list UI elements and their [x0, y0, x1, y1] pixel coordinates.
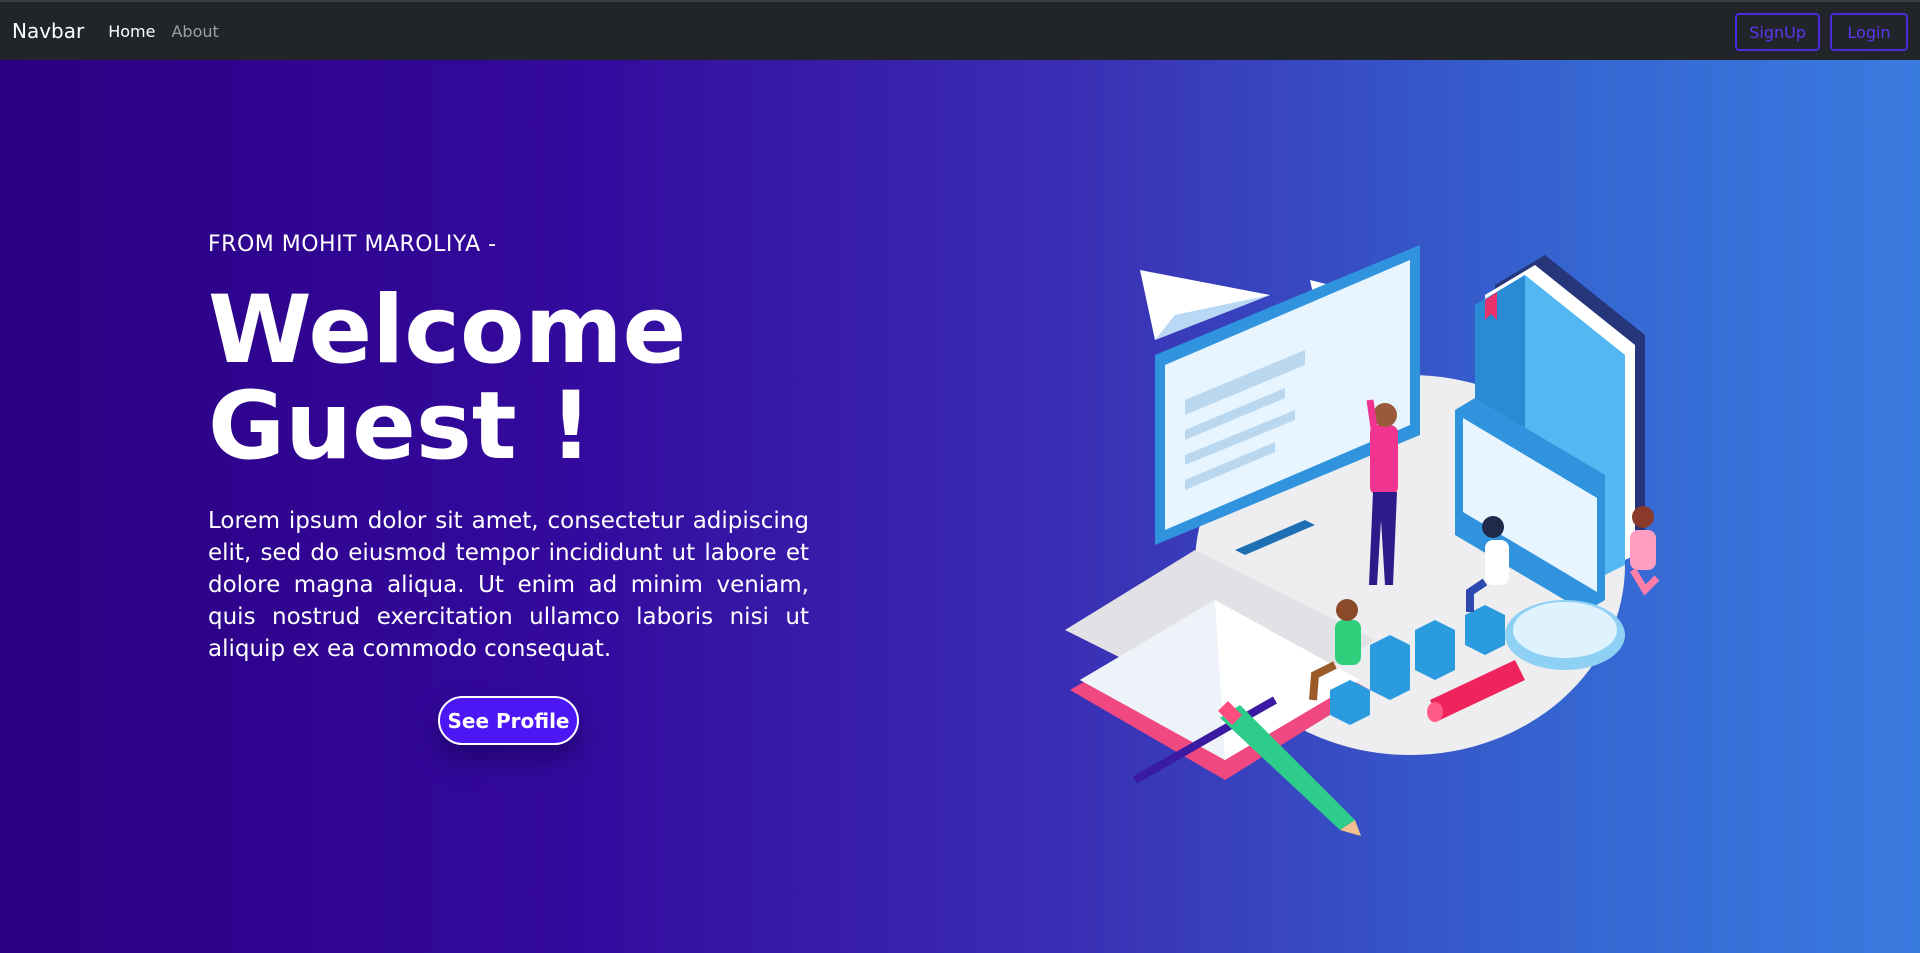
- person-reading-icon: [1629, 506, 1660, 596]
- magnifier-icon: [1505, 600, 1625, 670]
- hero-title-line2: Guest !: [208, 372, 593, 481]
- navbar-brand[interactable]: Navbar: [12, 19, 84, 43]
- navbar: Navbar Home About SignUp Login: [0, 2, 1920, 60]
- signup-button[interactable]: SignUp: [1735, 13, 1820, 51]
- see-profile-button[interactable]: See Profile: [438, 696, 579, 745]
- nav-link-home[interactable]: Home: [108, 22, 155, 41]
- nav-link-about[interactable]: About: [171, 22, 218, 41]
- hero-eyebrow: FROM MOHIT MAROLIYA -: [208, 232, 497, 257]
- hero-title-line1: Welcome: [208, 276, 687, 385]
- hero-title: Welcome Guest !: [208, 283, 809, 475]
- navbar-actions: SignUp Login: [1735, 13, 1908, 51]
- isometric-learning-illustration-icon: [1065, 245, 1660, 836]
- login-button[interactable]: Login: [1830, 13, 1908, 51]
- hero-section: FROM MOHIT MAROLIYA - Welcome Guest ! Lo…: [0, 60, 1920, 953]
- hero-description: Lorem ipsum dolor sit amet, consectetur …: [208, 508, 809, 662]
- hero-text: FROM MOHIT MAROLIYA - Welcome Guest ! Lo…: [208, 232, 809, 665]
- person-standing-icon: [1366, 399, 1398, 585]
